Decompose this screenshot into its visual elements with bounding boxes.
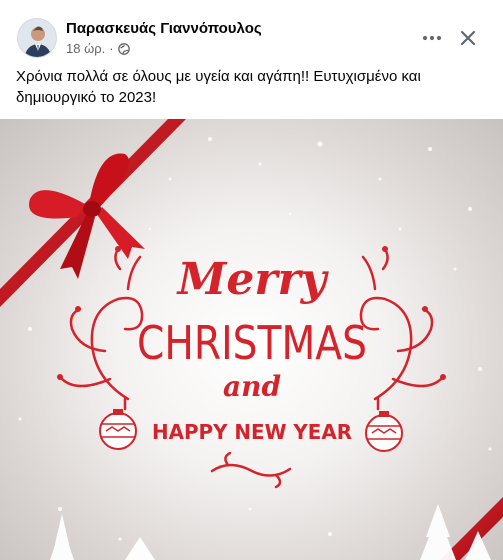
post-image[interactable]: Merry CHRISTMAS and HAPPY NEW YEAR xyxy=(0,119,503,560)
author-name[interactable]: Παρασκευάς Γιαννόπουλος xyxy=(66,20,262,37)
post-card: Παρασκευάς Γιαννόπουλος 18 ώρ. · Χρόνια … xyxy=(0,0,503,560)
close-icon xyxy=(460,30,476,46)
avatar-photo xyxy=(18,19,56,57)
bottom-swirl xyxy=(210,451,292,489)
ornament-left xyxy=(99,409,137,450)
globe-icon[interactable] xyxy=(117,42,130,55)
christmas-card-image: Merry CHRISTMAS and HAPPY NEW YEAR xyxy=(0,119,503,560)
post-meta: 18 ώρ. · xyxy=(66,41,130,56)
close-button[interactable] xyxy=(454,24,482,52)
post-header: Παρασκευάς Γιαννόπουλος 18 ώρ. · xyxy=(0,0,503,64)
more-options-button[interactable] xyxy=(418,24,446,52)
more-options-icon xyxy=(422,35,442,41)
avatar[interactable] xyxy=(17,18,57,58)
right-flourish-leaves xyxy=(382,246,446,380)
right-flourish xyxy=(359,247,445,411)
card-line-and: and xyxy=(223,370,281,403)
left-flourish xyxy=(58,247,144,411)
ornament-right xyxy=(365,411,403,452)
post-time[interactable]: 18 ώρ. xyxy=(66,41,105,56)
card-line-happy-new-year: HAPPY NEW YEAR xyxy=(152,420,352,444)
card-line-christmas: CHRISTMAS xyxy=(137,316,367,370)
trees-decoration xyxy=(50,504,491,560)
post-text: Χρόνια πολλά σε όλους με υγεία και αγάπη… xyxy=(16,68,421,106)
card-line-merry: Merry xyxy=(176,254,330,305)
